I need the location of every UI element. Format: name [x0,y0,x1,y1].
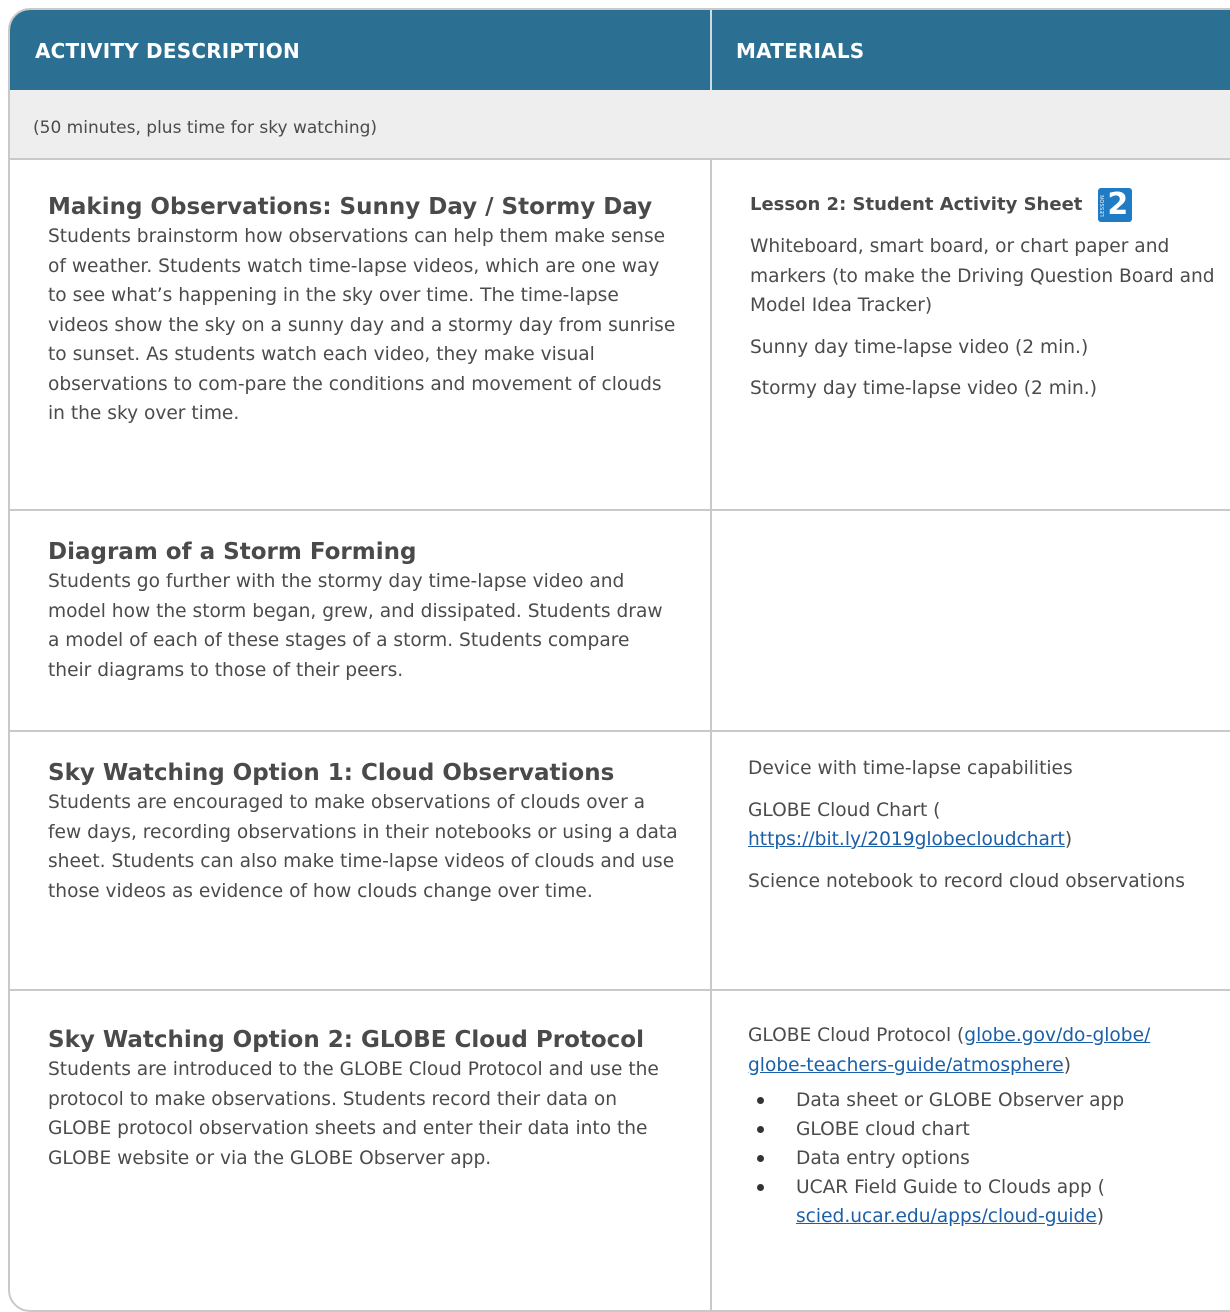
bullet-icon [757,1126,764,1133]
materials-list: Data sheet or GLOBE Observer app GLOBE c… [748,1086,1218,1231]
activity-description: Students are encouraged to make observat… [48,792,678,902]
header-divider [710,10,712,90]
material-item: Science notebook to record cloud observa… [748,870,1185,892]
materials-cell: Device with time-lapse capabilities GLOB… [748,754,1218,908]
materials-cell: Lesson 2: Student Activity Sheet LESSON 2 … [750,187,1220,416]
activity-cell: Making Observations: Sunny Day / Stormy … [48,192,678,429]
time-note-row: (50 minutes, plus time for sky watching) [10,90,1230,160]
table-row: Making Observations: Sunny Day / Stormy … [10,160,1230,511]
activity-description: Students are introduced to the GLOBE Clo… [48,1059,659,1169]
time-note: (50 minutes, plus time for sky watching) [33,118,378,138]
material-item: GLOBE Cloud Protocol (globe.gov/do-globe… [748,1025,1151,1076]
material-item: Device with time-lapse capabilities [748,758,1073,779]
material-item: Stormy day time-lapse video (2 min.) [750,378,1097,399]
activity-description: Students brainstorm how observations can… [48,226,676,424]
activity-title: Sky Watching Option 2: GLOBE Cloud Proto… [48,1027,644,1053]
materials-cell: GLOBE Cloud Protocol (globe.gov/do-globe… [748,1021,1218,1231]
table-row: Sky Watching Option 1: Cloud Observation… [10,732,1230,991]
activity-title: Diagram of a Storm Forming [48,539,417,565]
activity-cell: Diagram of a Storm Forming Students go f… [48,537,678,685]
list-item: Data sheet or GLOBE Observer app [748,1086,1218,1115]
material-item: GLOBE Cloud Chart (https://bit.ly/2019gl… [748,799,1073,851]
activity-table: ACTIVITY DESCRIPTION MATERIALS (50 minut… [8,8,1230,1312]
column-divider [710,732,712,989]
activity-cell: Sky Watching Option 1: Cloud Observation… [48,758,678,906]
globe-cloud-chart-link[interactable]: https://bit.ly/2019globecloudchart [748,829,1065,850]
bullet-icon [757,1184,764,1191]
bullet-icon [757,1155,764,1162]
list-item: GLOBE cloud chart [748,1115,1218,1144]
column-divider [710,991,712,1310]
header-activity-description: ACTIVITY DESCRIPTION [35,39,300,63]
materials-heading-line: Lesson 2: Student Activity Sheet LESSON 2 [750,187,1220,222]
table-row: Sky Watching Option 2: GLOBE Cloud Proto… [10,991,1230,1310]
bullet-icon [757,1097,764,1104]
activity-sheet-heading: Lesson 2: Student Activity Sheet [750,194,1083,215]
list-item: Data entry options [748,1144,1218,1173]
table-header: ACTIVITY DESCRIPTION MATERIALS [10,10,1230,90]
ucar-cloud-guide-link[interactable]: scied.ucar.edu/apps/cloud-guide [796,1206,1097,1227]
activity-cell: Sky Watching Option 2: GLOBE Cloud Proto… [48,1025,678,1173]
activity-description: Students go further with the stormy day … [48,571,663,681]
table-row: Diagram of a Storm Forming Students go f… [10,511,1230,732]
lesson-2-icon: LESSON 2 [1098,187,1133,222]
list-item: UCAR Field Guide to Clouds app (scied.uc… [748,1173,1218,1231]
activity-title: Making Observations: Sunny Day / Stormy … [48,194,653,220]
material-item: Sunny day time-lapse video (2 min.) [750,336,1089,358]
column-divider [710,160,712,509]
header-materials: MATERIALS [736,39,865,63]
column-divider [710,511,712,730]
material-item: Whiteboard, smart board, or chart paper … [750,236,1215,316]
activity-title: Sky Watching Option 1: Cloud Observation… [48,760,615,786]
